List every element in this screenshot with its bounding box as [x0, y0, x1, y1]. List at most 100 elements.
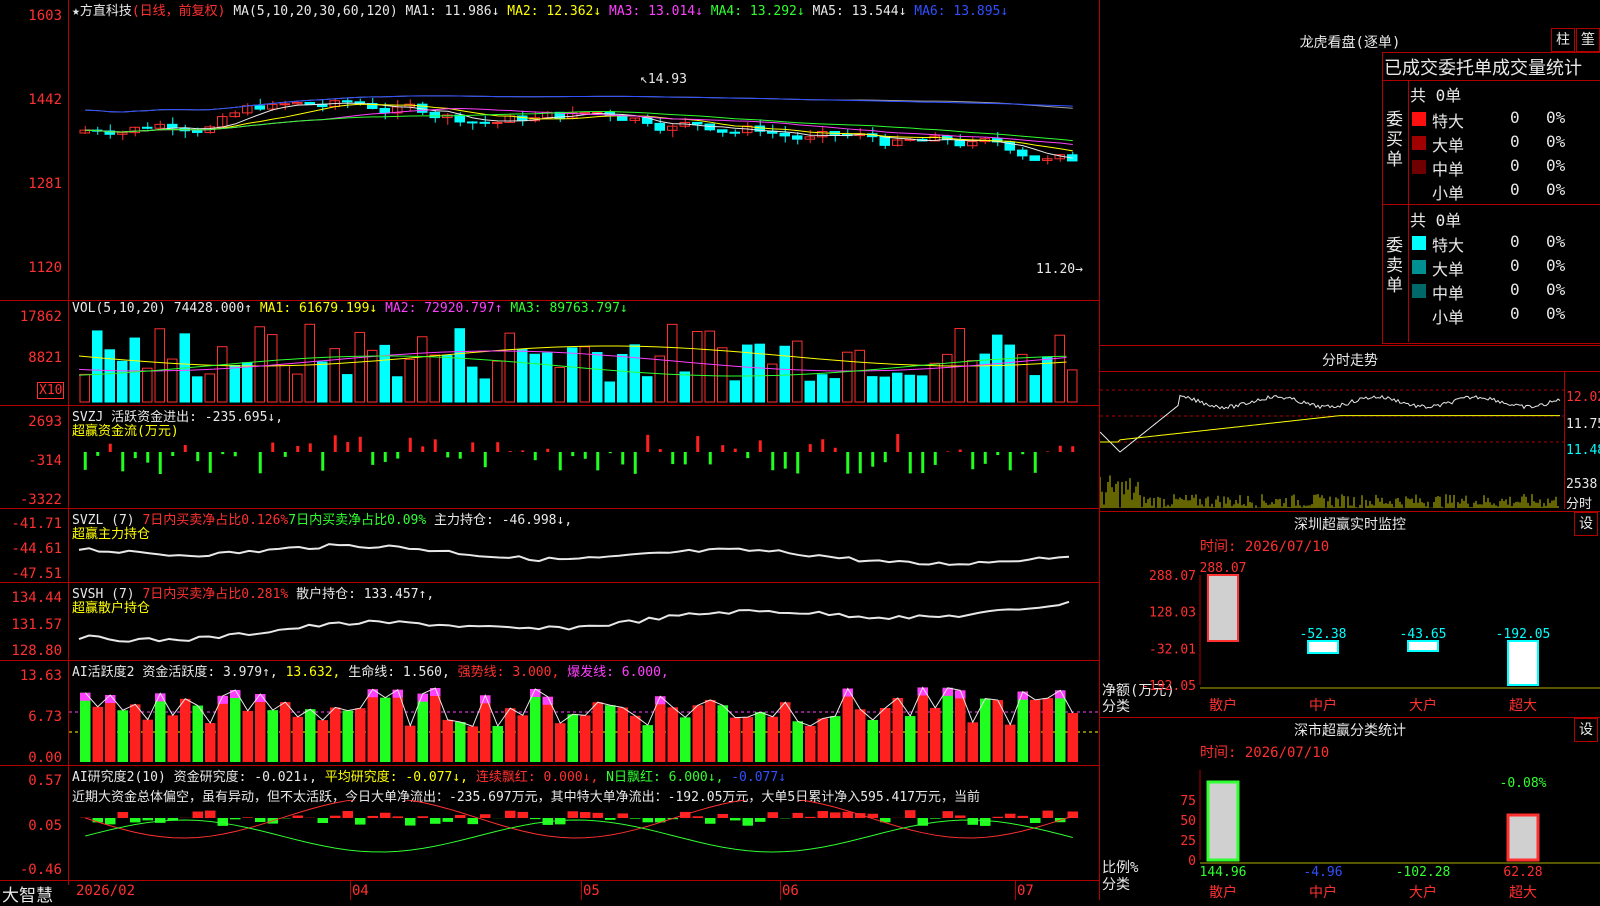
flow-bar	[334, 435, 337, 452]
ai2-tick-2: 0.05	[0, 818, 62, 834]
volume-chart[interactable]	[69, 316, 1099, 403]
monitor-bar-chart[interactable]: 288.07128.03-32.01-192.05288.07散户-52.38中…	[1100, 555, 1600, 715]
flow-bar	[634, 452, 637, 474]
buy-row-p: 0%	[1546, 108, 1565, 127]
svsh-chart[interactable]	[69, 595, 1099, 658]
research-bar	[255, 818, 266, 822]
activity-bar	[430, 688, 441, 762]
volume-bar	[968, 361, 978, 402]
main-chart-area[interactable]: ★方直科技(日线，前复权) MA(5,10,20,30,60,120) MA1:…	[0, 0, 1100, 900]
flow-bar	[284, 452, 287, 457]
buy-row-p: 0%	[1546, 132, 1565, 151]
activity-bar	[705, 700, 716, 762]
monitor-category: 大户	[1409, 697, 1437, 714]
ma-line	[85, 96, 1073, 112]
volume-bar	[930, 363, 940, 402]
buy-row-v: 0	[1510, 156, 1520, 175]
svzj-chart[interactable]	[69, 430, 1099, 506]
flow-bar	[221, 452, 224, 454]
svzl-chart[interactable]	[69, 520, 1099, 580]
period-mode[interactable]: (日线，前复权)	[132, 4, 226, 19]
flow-bar	[209, 452, 212, 473]
research-bar	[455, 815, 466, 818]
flow-bar	[484, 452, 487, 467]
classify-top-label: -0.08%	[1500, 776, 1547, 791]
flow-bar	[121, 452, 124, 471]
price-tick-1: 1603	[0, 8, 62, 24]
activity-bar	[505, 708, 516, 762]
volume-bar	[280, 365, 290, 402]
flow-bar	[871, 452, 874, 467]
classify-bar-chart[interactable]: 7550250144.96散户-4.96中户-102.28大户62.28超大-0…	[1100, 760, 1600, 900]
volume-bar	[143, 368, 153, 402]
candle-body	[780, 133, 790, 136]
intraday-chart[interactable]	[1100, 372, 1564, 509]
volume-bar	[443, 356, 453, 402]
flow-bar	[709, 452, 712, 464]
activity-bar	[105, 695, 116, 762]
volume-bar	[793, 341, 803, 402]
buy-row-v: 0	[1510, 180, 1520, 199]
price-tick-2: 1442	[0, 92, 62, 108]
research-bar	[643, 818, 654, 822]
research-bar	[330, 816, 341, 818]
activity-bar	[305, 709, 316, 762]
flow-bar	[1021, 452, 1024, 454]
stock-name[interactable]: ★方直科技	[72, 4, 132, 19]
candlestick-chart[interactable]	[69, 18, 1099, 298]
flow-bar	[996, 452, 999, 455]
brand-label[interactable]: 大智慧	[2, 881, 53, 906]
activity-bar	[743, 717, 754, 762]
buy-row-swatch	[1412, 184, 1426, 198]
bar-toggle-button[interactable]: 柱	[1551, 28, 1575, 52]
research-bar	[968, 818, 979, 825]
research-bar	[630, 818, 641, 819]
date-label-5: 07	[1017, 883, 1034, 899]
activity-bar	[930, 708, 941, 762]
activity-bar	[130, 704, 141, 762]
candle-body	[430, 112, 440, 117]
volume-bar	[1005, 345, 1015, 402]
activity-bar	[730, 718, 741, 762]
svzl-tick-2: -44.61	[0, 541, 62, 557]
candle-body	[718, 130, 728, 132]
activity-bar	[680, 717, 691, 762]
volume-bar	[380, 345, 390, 402]
volume-bar	[393, 377, 403, 402]
flow-bar	[384, 452, 387, 462]
activity-bar	[630, 716, 641, 762]
vol-unit[interactable]: X10	[37, 382, 64, 399]
activity-bar	[568, 714, 579, 762]
volume-bar	[255, 327, 265, 402]
flow-bar	[309, 443, 312, 452]
sell-row-p: 0%	[1546, 280, 1565, 299]
volume-bar	[905, 375, 915, 402]
ai2-e: -0.077↓	[731, 770, 786, 785]
volume-bar	[368, 350, 378, 402]
ai1-chart[interactable]	[69, 672, 1099, 764]
flow-bar	[446, 452, 449, 457]
flow-bar	[959, 450, 962, 452]
activity-bar	[643, 725, 654, 762]
activity-bar	[468, 726, 479, 762]
sell-side-label: 委卖单	[1386, 236, 1406, 296]
volume-bar	[655, 356, 665, 402]
monitor-settings-button[interactable]: 设	[1574, 512, 1598, 536]
buy-total: 共 0单	[1410, 82, 1461, 106]
flow-bar	[259, 452, 262, 473]
research-bar	[905, 810, 916, 818]
flow-bar	[459, 452, 462, 459]
flow-bar	[909, 452, 912, 473]
ai2-chart[interactable]	[69, 800, 1099, 878]
volume-bar	[618, 354, 628, 402]
research-bar	[243, 817, 254, 818]
classify-settings-button[interactable]: 设	[1574, 718, 1598, 742]
activity-bar	[830, 716, 841, 762]
volume-bar	[855, 350, 865, 402]
date-label-1: 2026/02	[76, 883, 135, 899]
pen-toggle-button[interactable]: 筀	[1576, 28, 1600, 52]
flow-bar	[159, 452, 162, 474]
volume-bar	[343, 375, 353, 402]
activity-bar	[543, 697, 554, 762]
volume-bar	[305, 324, 315, 402]
